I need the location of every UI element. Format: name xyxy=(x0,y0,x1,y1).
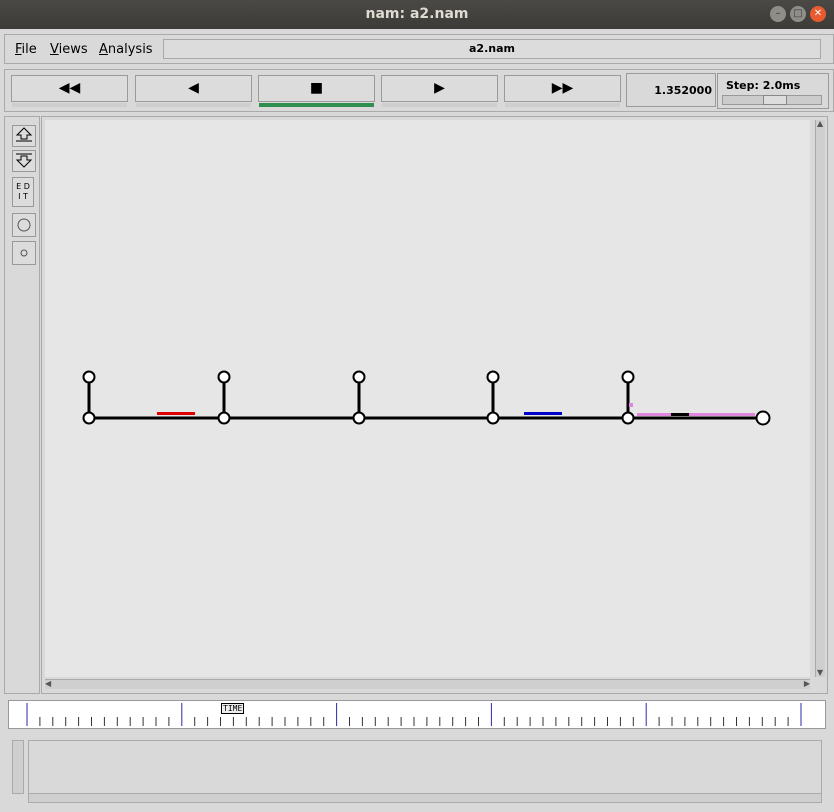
annotation-area xyxy=(28,740,822,794)
network-node[interactable] xyxy=(217,411,231,425)
fast-forward-button[interactable]: ▶▶ xyxy=(504,75,621,107)
packet-pink xyxy=(629,403,633,407)
network-canvas[interactable] xyxy=(45,120,810,677)
panel-horizontal-scrollbar[interactable] xyxy=(28,793,822,803)
rewind-icon: ◀◀ xyxy=(58,80,81,96)
title-bar: nam: a2.nam – □ ✕ xyxy=(0,0,834,29)
packet-pink xyxy=(637,413,671,416)
tool-palette: E D I T xyxy=(4,116,40,694)
scroll-down-icon[interactable]: ▼ xyxy=(817,669,823,677)
timeline-slider[interactable]: TIME xyxy=(8,700,826,729)
zoom-out-icon[interactable] xyxy=(12,150,36,172)
edit-label-1: E D xyxy=(16,182,30,191)
network-node[interactable] xyxy=(486,370,500,384)
stop-icon: ■ xyxy=(309,80,324,96)
node-circle-icon[interactable] xyxy=(12,213,36,237)
network-node[interactable] xyxy=(755,410,771,426)
network-node[interactable] xyxy=(82,370,96,384)
play-icon: ▶ xyxy=(434,80,445,96)
network-node[interactable] xyxy=(621,411,635,425)
annotation-panel xyxy=(8,736,824,804)
scroll-right-icon[interactable]: ▶ xyxy=(804,680,810,688)
menu-bar: File Views Analysis a2.nam xyxy=(4,34,834,64)
network-node[interactable] xyxy=(621,370,635,384)
canvas-vertical-scrollbar[interactable]: ▲ ▼ xyxy=(815,120,825,677)
packet-black xyxy=(671,413,689,416)
network-node[interactable] xyxy=(82,411,96,425)
playback-toolbar: ◀◀ ◀ ■ ▶ ▶▶ 1.352000 Step: 2.0ms xyxy=(4,69,834,112)
filename-field: a2.nam xyxy=(163,39,821,59)
small-circle-icon[interactable] xyxy=(12,241,36,265)
network-node[interactable] xyxy=(217,370,231,384)
menu-analysis[interactable]: Analysis xyxy=(99,42,153,57)
time-display: 1.352000 xyxy=(626,73,716,107)
back-icon: ◀ xyxy=(188,80,199,96)
edit-button[interactable]: E D I T xyxy=(12,177,34,207)
edit-label-2: I T xyxy=(18,192,28,201)
packet-red xyxy=(157,412,195,415)
play-button[interactable]: ▶ xyxy=(381,75,498,107)
zoom-in-icon[interactable] xyxy=(12,125,36,147)
packet-blue xyxy=(524,412,562,415)
menu-views[interactable]: Views xyxy=(50,42,88,57)
scroll-up-icon[interactable]: ▲ xyxy=(817,120,823,128)
maximize-icon[interactable]: □ xyxy=(790,6,806,22)
step-back-button[interactable]: ◀ xyxy=(135,75,252,107)
step-label: Step: 2.0ms xyxy=(726,79,801,92)
step-slider-thumb[interactable] xyxy=(763,95,787,105)
network-node[interactable] xyxy=(352,411,366,425)
time-marker[interactable]: TIME xyxy=(221,703,245,714)
packet-pink xyxy=(689,413,755,416)
minimize-icon[interactable]: – xyxy=(770,6,786,22)
network-node[interactable] xyxy=(486,411,500,425)
scroll-left-icon[interactable]: ◀ xyxy=(45,680,51,688)
step-control: Step: 2.0ms xyxy=(717,73,829,109)
fast-forward-icon: ▶▶ xyxy=(551,80,574,96)
canvas-horizontal-scrollbar[interactable]: ◀ ▶ xyxy=(45,679,810,689)
menu-file[interactable]: File xyxy=(15,42,37,57)
stop-button[interactable]: ■ xyxy=(258,75,375,107)
panel-vertical-scrollbar[interactable] xyxy=(12,740,24,794)
window-title: nam: a2.nam xyxy=(365,6,469,22)
rewind-button[interactable]: ◀◀ xyxy=(11,75,128,107)
network-node[interactable] xyxy=(352,370,366,384)
timeline-ticks xyxy=(26,703,802,726)
close-icon[interactable]: ✕ xyxy=(810,6,826,22)
step-slider[interactable] xyxy=(722,95,822,105)
